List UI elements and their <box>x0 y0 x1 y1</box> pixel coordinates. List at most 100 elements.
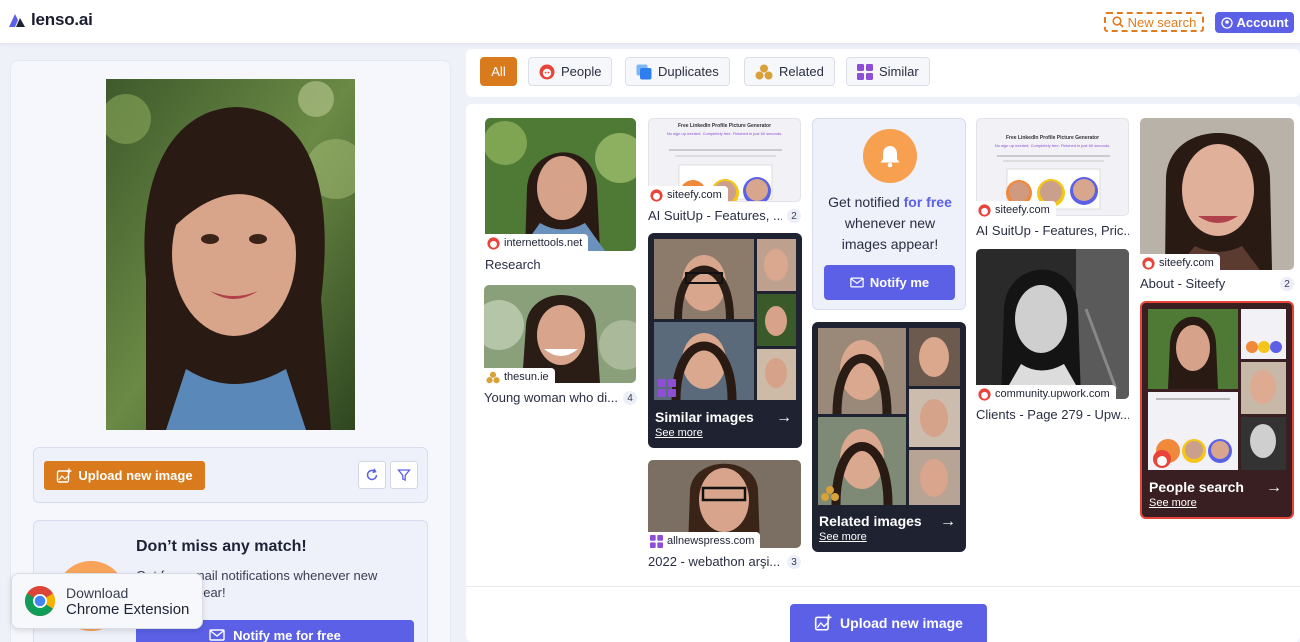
related-icon <box>755 64 773 79</box>
new-search-button[interactable]: New search <box>1104 12 1204 32</box>
duplicates-icon <box>636 64 652 79</box>
result-caption: Clients - Page 279 - Upw... <box>976 407 1129 422</box>
lenso-logo-icon <box>9 14 25 27</box>
result-card[interactable]: allnewspress.com 2022 - webathon arşi...… <box>648 460 801 570</box>
top-bar: lenso.ai New search Account <box>0 0 1300 44</box>
extension-line2: Chrome Extension <box>66 600 190 618</box>
filter-chip-duplicates[interactable]: Duplicates <box>625 57 730 86</box>
filter-chip-related[interactable]: Related <box>744 57 835 86</box>
related-see-more-link[interactable]: See more <box>819 531 867 543</box>
chrome-icon <box>24 586 56 617</box>
result-caption: Young woman who di... <box>484 390 618 405</box>
source-chip: allnewspress.com <box>648 532 761 550</box>
chrome-extension-popup[interactable]: Download Chrome Extension <box>11 573 203 629</box>
filter-button[interactable] <box>390 461 418 489</box>
arrow-right-icon: → <box>776 409 792 426</box>
people-icon <box>487 236 500 250</box>
extension-line1: Download <box>66 584 129 601</box>
similar-see-more-link[interactable]: See more <box>655 427 703 439</box>
promo-title: Don’t miss any match! <box>136 538 307 555</box>
source-domain: thesun.ie <box>504 371 549 383</box>
search-icon <box>1112 16 1124 28</box>
filter-chip-label: Similar <box>879 64 919 79</box>
upload-new-image-button[interactable]: Upload new image <box>44 461 205 490</box>
source-chip: community.upwork.com <box>976 385 1116 403</box>
logo[interactable]: lenso.ai <box>8 10 93 30</box>
refresh-button[interactable] <box>358 461 386 489</box>
notify-button-label: Notify me <box>869 275 930 290</box>
bell-badge <box>863 129 917 183</box>
similar-images-card[interactable]: Similar images See more → <box>648 233 802 448</box>
source-chip: internettools.net <box>485 234 589 252</box>
notify-card: Get notified for free whenever new image… <box>812 118 966 310</box>
refresh-icon <box>366 468 378 481</box>
source-domain: siteefy.com <box>995 204 1050 216</box>
result-caption: 2022 - webathon arşi... <box>648 554 781 569</box>
result-card[interactable]: Free LinkedIn Profile Picture Generator … <box>976 118 1129 242</box>
result-count-badge: 3 <box>787 555 801 569</box>
related-images-title: Related images <box>819 513 922 529</box>
result-thumbnail <box>1140 118 1294 270</box>
source-chip: siteefy.com <box>648 186 728 204</box>
result-thumbnail <box>976 249 1129 399</box>
similar-icon <box>650 534 663 548</box>
result-thumbnail <box>485 118 636 251</box>
arrow-right-icon: → <box>1266 479 1282 496</box>
mail-icon <box>850 277 864 288</box>
people-icon <box>539 64 555 79</box>
account-button[interactable]: Account <box>1215 12 1294 33</box>
result-card[interactable]: community.upwork.com Clients - Page 279 … <box>976 249 1129 424</box>
filter-chip-label: Duplicates <box>658 64 719 79</box>
results-divider <box>466 586 1300 587</box>
people-search-collage <box>1148 309 1286 470</box>
filter-bar: All People Duplicates Related Similar <box>466 49 1300 97</box>
arrow-right-icon: → <box>940 513 956 530</box>
result-card[interactable]: Free LinkedIn Profile Picture Generator … <box>648 118 801 226</box>
source-domain: siteefy.com <box>1159 257 1214 269</box>
related-icon <box>486 371 500 383</box>
bottom-upload-new-image-button[interactable]: Upload new image <box>790 604 987 642</box>
filter-chip-people[interactable]: People <box>528 57 613 86</box>
people-icon <box>978 387 991 401</box>
promo-button-label: Notify me for free <box>233 627 341 642</box>
similar-images-title: Similar images <box>655 409 754 425</box>
user-icon <box>1220 16 1233 29</box>
notify-text-part: Get notified <box>828 194 904 210</box>
people-icon <box>650 188 663 202</box>
people-icon <box>978 203 991 217</box>
result-card[interactable]: internettools.net Research <box>485 118 636 273</box>
notify-me-button[interactable]: Notify me <box>824 265 955 300</box>
source-domain: community.upwork.com <box>995 388 1110 400</box>
result-card[interactable]: thesun.ie Young woman who di... 4 <box>484 285 637 407</box>
image-add-icon <box>57 468 72 483</box>
result-count-badge: 2 <box>1280 277 1294 291</box>
filter-chip-label: Related <box>779 64 824 79</box>
result-card[interactable]: siteefy.com About - Siteefy 2 <box>1140 118 1294 292</box>
notify-text: Get notified for free whenever new image… <box>821 192 959 255</box>
people-search-card[interactable]: People search See more → <box>1140 301 1294 519</box>
notify-text-part: whenever new images appear! <box>841 215 939 252</box>
notify-text-highlight: for free <box>903 194 952 210</box>
related-images-card[interactable]: Related images See more → <box>812 322 966 552</box>
bottom-upload-label: Upload new image <box>840 615 963 631</box>
image-add-icon <box>814 614 832 631</box>
bell-icon <box>880 146 900 168</box>
account-label: Account <box>1236 15 1289 30</box>
upload-bar: Upload new image <box>33 447 428 503</box>
source-domain: siteefy.com <box>667 189 722 201</box>
logo-text: lenso.ai <box>31 10 93 29</box>
result-caption: AI SuitUp - Features, Pric... <box>976 223 1129 238</box>
new-search-label: New search <box>1127 14 1197 30</box>
mini-heading: Free LinkedIn Profile Picture Generator <box>677 123 772 129</box>
filter-chip-similar[interactable]: Similar <box>846 57 930 86</box>
result-caption: Research <box>485 257 541 272</box>
source-domain: internettools.net <box>504 237 583 249</box>
similar-images-collage <box>654 239 796 401</box>
people-see-more-link[interactable]: See more <box>1149 497 1197 509</box>
source-chip: siteefy.com <box>976 201 1056 219</box>
source-chip: thesun.ie <box>484 368 555 386</box>
mini-heading: Free LinkedIn Profile Picture Generator <box>1005 135 1100 141</box>
filter-chip-all[interactable]: All <box>480 57 517 86</box>
people-icon <box>1142 256 1155 270</box>
similar-icon <box>857 63 873 80</box>
